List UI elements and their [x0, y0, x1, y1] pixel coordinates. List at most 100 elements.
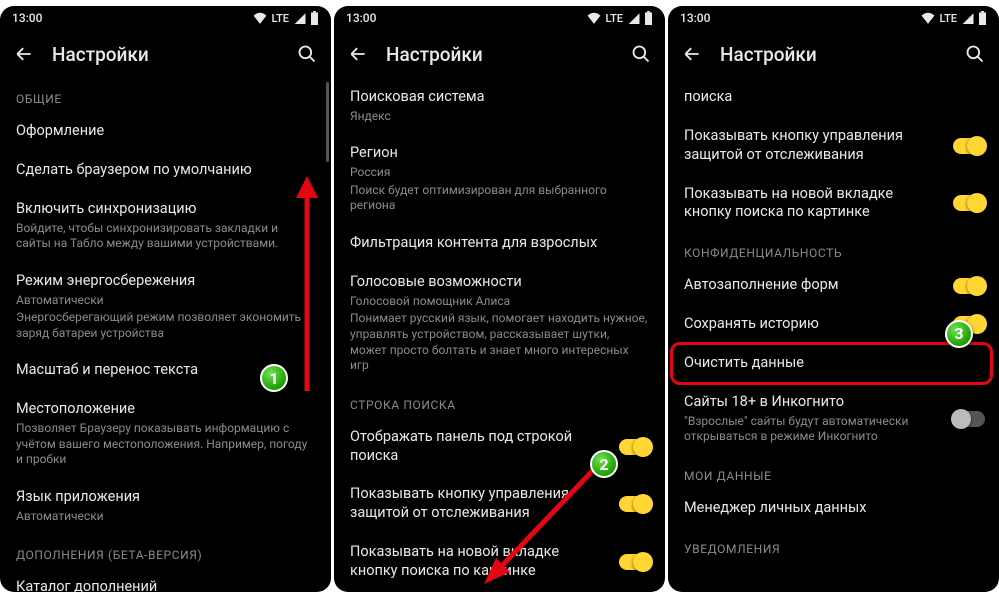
network-label: LTE	[939, 12, 957, 25]
row-primary: поиска	[684, 88, 983, 107]
settings-row[interactable]: Показывать кнопку управления защитой от …	[668, 117, 999, 175]
search-icon	[297, 44, 317, 64]
arrow-left-icon	[682, 44, 702, 64]
toggle-switch[interactable]	[619, 554, 651, 570]
toggle-switch[interactable]	[953, 138, 985, 154]
row-primary: Очистить данные	[684, 354, 983, 373]
search-button[interactable]	[627, 40, 655, 68]
back-button[interactable]	[344, 40, 372, 68]
wifi-icon	[253, 12, 267, 24]
row-primary: Включить синхронизацию	[16, 200, 315, 219]
battery-icon	[978, 11, 987, 25]
page-title: Настройки	[720, 43, 947, 66]
battery-icon	[310, 11, 319, 25]
row-primary: Местоположение	[16, 400, 315, 419]
network-label: LTE	[605, 12, 623, 25]
section-header: СТРОКА ПОИСКА	[334, 384, 665, 418]
row-secondary: Поиск будет оптимизирован для выбранного…	[350, 183, 649, 214]
row-secondary: Автоматически	[16, 509, 315, 525]
status-bar: 13:00 LTE	[334, 6, 665, 30]
status-bar: 13:00 LTE	[668, 6, 999, 30]
status-time: 13:00	[346, 11, 376, 25]
settings-row[interactable]: Менеджер личных данных	[668, 489, 999, 528]
search-button[interactable]	[293, 40, 321, 68]
row-primary: Регион	[350, 144, 649, 163]
section-header: ДОПОЛНЕНИЯ (БЕТА-ВЕРСИЯ)	[0, 534, 331, 568]
network-label: LTE	[271, 12, 289, 25]
row-primary: Оформление	[16, 122, 315, 141]
settings-row[interactable]: Очистить данные	[668, 344, 999, 383]
content-area[interactable]: поиска Показывать кнопку управления защит…	[668, 78, 999, 592]
settings-row[interactable]: Фильтрация контента для взрослых	[334, 224, 665, 263]
status-time: 13:00	[12, 11, 42, 25]
settings-row[interactable]: Каталог дополнений	[0, 568, 331, 592]
row-primary: Масштаб и перенос текста	[16, 361, 315, 380]
row-primary: Показывать на новой вкладке кнопку поиск…	[684, 185, 943, 223]
section-header: МОИ ДАННЫЕ	[668, 455, 999, 489]
row-primary: Сайты 18+ в Инкогнито	[684, 393, 943, 412]
row-primary: Режим энергосбережения	[16, 272, 315, 291]
toggle-switch[interactable]	[953, 316, 985, 332]
row-primary: Сделать браузером по умолчанию	[16, 161, 315, 180]
toggle-switch[interactable]	[953, 278, 985, 294]
status-time: 13:00	[680, 11, 710, 25]
row-secondary: Войдите, чтобы синхронизировать закладки…	[16, 221, 315, 252]
search-button[interactable]	[961, 40, 989, 68]
status-bar: 13:00 LTE	[0, 6, 331, 30]
top-bar: Настройки	[0, 30, 331, 78]
section-header: УВЕДОМЛЕНИЯ	[668, 528, 999, 562]
row-secondary: Голосовой помощник Алиса	[350, 294, 649, 310]
phone-pane-1: 13:00 LTE Настройки ОБЩИЕ Оформление Сдела…	[0, 6, 331, 592]
search-icon	[965, 44, 985, 64]
row-secondary: Автоматически	[16, 293, 315, 309]
settings-row[interactable]: Язык приложения Автоматически	[0, 478, 331, 534]
status-icons: LTE	[587, 11, 653, 25]
section-header: ОБЩИЕ	[0, 78, 331, 112]
signal-icon	[293, 12, 306, 24]
row-secondary: Яндекс	[350, 109, 649, 125]
battery-icon	[644, 11, 653, 25]
settings-row[interactable]: Включить синхронизацию Войдите, чтобы син…	[0, 190, 331, 262]
arrow-left-icon	[348, 44, 368, 64]
toggle-switch[interactable]	[619, 496, 651, 512]
row-secondary: "Взрослые" сайты будут автоматически отк…	[684, 414, 943, 445]
row-primary: Поисковая система	[350, 88, 649, 107]
toggle-switch[interactable]	[953, 195, 985, 211]
row-secondary: Энергосберегающий режим позволяет эконом…	[16, 310, 315, 341]
toggle-switch[interactable]	[619, 439, 651, 455]
row-primary: Менеджер личных данных	[684, 499, 983, 518]
search-icon	[631, 44, 651, 64]
settings-row[interactable]: Оформление	[0, 112, 331, 151]
settings-row[interactable]: РегионРоссияПоиск будет оптимизирован дл…	[334, 134, 665, 224]
row-primary: Сохранять историю	[684, 315, 943, 334]
row-primary: Фильтрация контента для взрослых	[350, 234, 649, 253]
row-secondary: Позволяет Браузеру показывать информацию…	[16, 421, 315, 468]
settings-row[interactable]: Показывать на новой вкладке кнопку поиск…	[668, 175, 999, 233]
page-title: Настройки	[386, 43, 613, 66]
phone-pane-2: 13:00 LTE Настройки Поисковая система Янд…	[334, 6, 665, 592]
settings-row[interactable]: Поисковая система Яндекс	[334, 78, 665, 134]
row-secondary: Понимает русский язык, помогает находить…	[350, 311, 649, 373]
row-primary: Язык приложения	[16, 488, 315, 507]
settings-row[interactable]: Местоположение Позволяет Браузеру показыв…	[0, 390, 331, 478]
settings-row[interactable]: Сделать браузером по умолчанию	[0, 151, 331, 190]
settings-row[interactable]: Автозаполнение форм	[668, 266, 999, 305]
signal-icon	[961, 12, 974, 24]
status-icons: LTE	[253, 11, 319, 25]
settings-row[interactable]: Голосовые возможностиГолосовой помощник …	[334, 263, 665, 384]
arrow-left-icon	[14, 44, 34, 64]
toggle-switch[interactable]	[953, 411, 985, 427]
phone-pane-3: 13:00 LTE Настройки поиска Показывать кно…	[668, 6, 999, 592]
settings-row[interactable]: поиска	[668, 78, 999, 117]
settings-row[interactable]: Режим энергосбережения АвтоматическиЭнерг…	[0, 262, 331, 352]
top-bar: Настройки	[334, 30, 665, 78]
settings-row[interactable]: Масштаб и перенос текста	[0, 351, 331, 390]
section-header: КОНФИДЕНЦИАЛЬНОСТЬ	[668, 232, 999, 266]
settings-row[interactable]: Сайты 18+ в Инкогнито "Взрослые" сайты бу…	[668, 383, 999, 455]
status-icons: LTE	[921, 11, 987, 25]
settings-row[interactable]: Сохранять историю	[668, 305, 999, 344]
row-primary: Показывать кнопку управления защитой от …	[684, 127, 943, 165]
back-button[interactable]	[10, 40, 38, 68]
content-area[interactable]: ОБЩИЕ Оформление Сделать браузером по умол…	[0, 78, 331, 592]
back-button[interactable]	[678, 40, 706, 68]
